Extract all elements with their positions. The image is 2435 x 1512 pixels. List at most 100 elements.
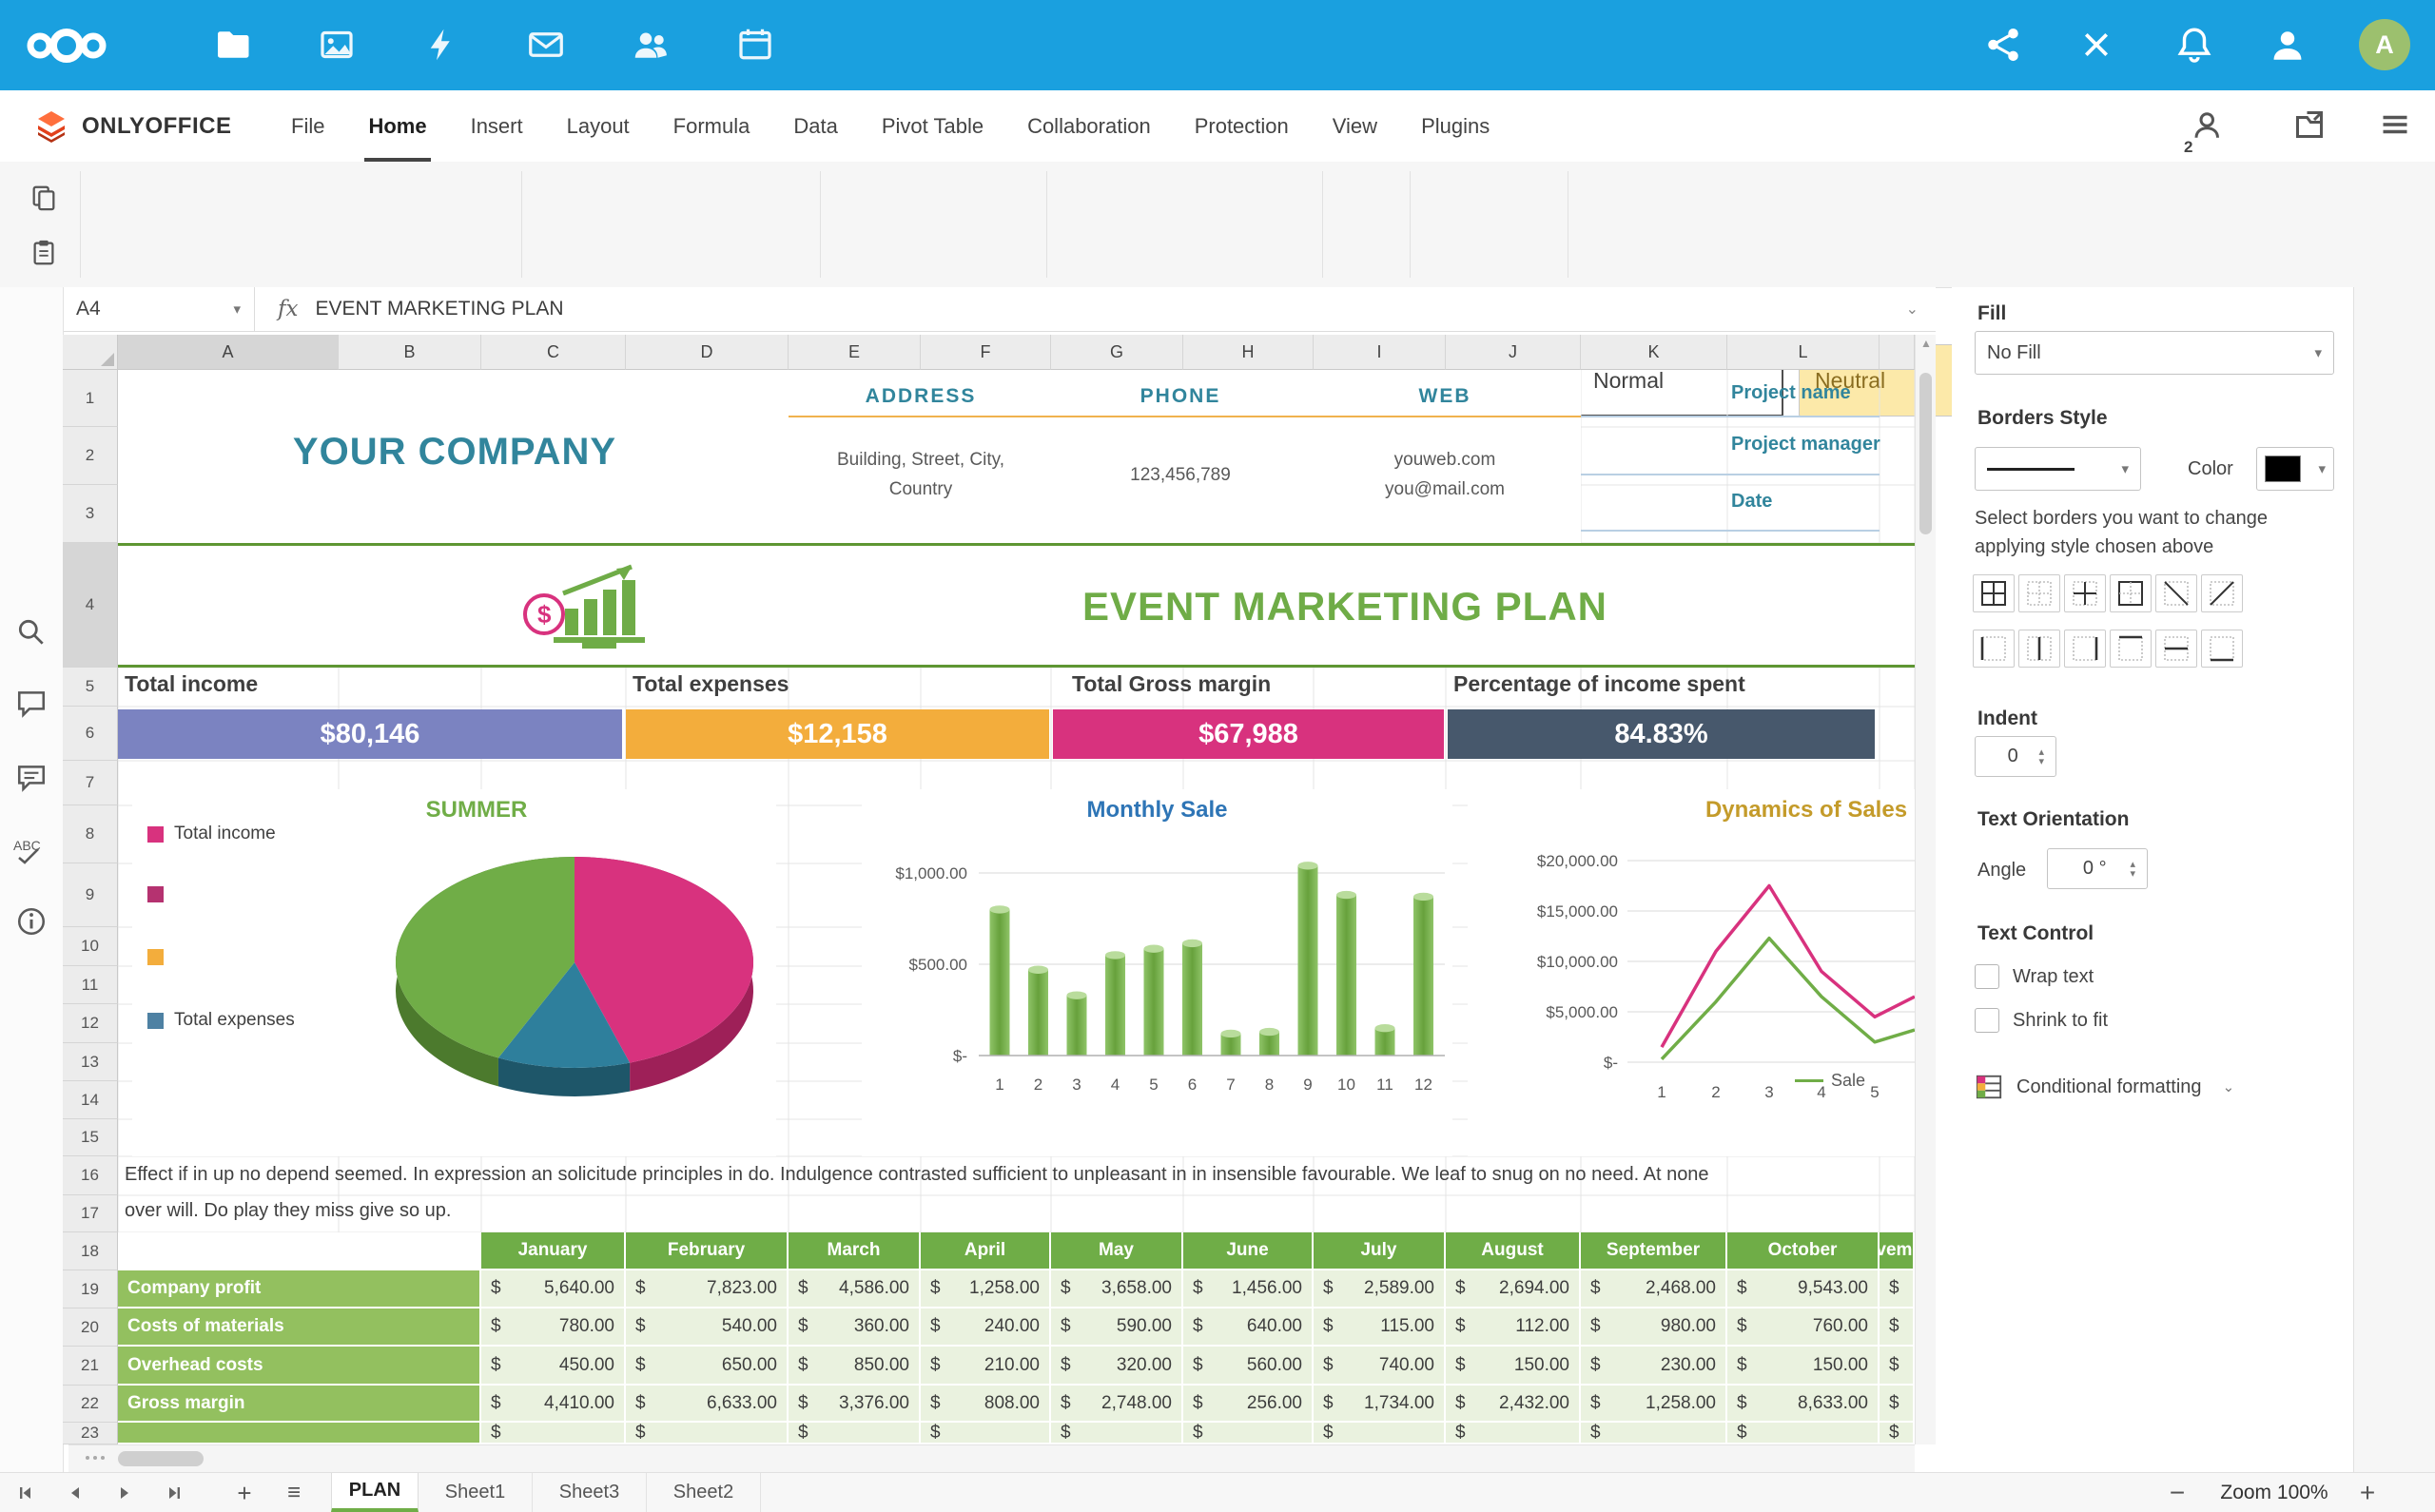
row-header-10[interactable]: 10 bbox=[63, 927, 118, 966]
sheet-tab-sheet1[interactable]: Sheet1 bbox=[419, 1473, 533, 1512]
table-cell[interactable]: $ bbox=[1581, 1423, 1725, 1443]
table-cell[interactable]: $780.00 bbox=[481, 1308, 624, 1345]
paste-button[interactable] bbox=[21, 230, 67, 274]
column-header-partial[interactable] bbox=[1880, 335, 1915, 370]
border-outside-button[interactable] bbox=[2110, 574, 2152, 612]
column-header-F[interactable]: F bbox=[921, 335, 1051, 370]
month-header[interactable]: April bbox=[921, 1232, 1049, 1269]
border-diagonal-up-button[interactable] bbox=[2201, 574, 2243, 612]
menu-protection[interactable]: Protection bbox=[1189, 90, 1295, 162]
table-cell[interactable]: $210.00 bbox=[921, 1347, 1049, 1384]
table-cell[interactable]: $450.00 bbox=[481, 1347, 624, 1384]
row-header-13[interactable]: 13 bbox=[63, 1043, 118, 1081]
month-header[interactable]: October bbox=[1727, 1232, 1878, 1269]
table-cell[interactable]: $ bbox=[1880, 1270, 1913, 1307]
row-label-cell[interactable]: Company profit bbox=[118, 1270, 479, 1307]
table-cell[interactable]: $740.00 bbox=[1314, 1347, 1444, 1384]
notifications-bell-icon[interactable] bbox=[2174, 25, 2214, 65]
table-cell[interactable]: $1,456.00 bbox=[1183, 1270, 1312, 1307]
copy-button[interactable] bbox=[21, 175, 67, 219]
table-cell[interactable]: $540.00 bbox=[626, 1308, 787, 1345]
table-cell[interactable]: $ bbox=[1880, 1386, 1913, 1421]
row-header-21[interactable]: 21 bbox=[63, 1347, 118, 1386]
line-chart-object[interactable]: Dynamics of Sales $20,000.00$15,000.00$1… bbox=[1468, 789, 1915, 1156]
table-cell[interactable]: $ bbox=[481, 1423, 624, 1443]
table-cell[interactable]: $320.00 bbox=[1051, 1347, 1181, 1384]
menu-data[interactable]: Data bbox=[788, 90, 843, 162]
border-left-button[interactable] bbox=[1973, 630, 2015, 668]
menu-pivot-table[interactable]: Pivot Table bbox=[876, 90, 989, 162]
kpi-bar-income[interactable]: $80,146 bbox=[118, 709, 622, 759]
sheet-list-button[interactable]: ≡ bbox=[278, 1480, 310, 1506]
table-cell[interactable]: $256.00 bbox=[1183, 1386, 1312, 1421]
month-header[interactable]: June bbox=[1183, 1232, 1312, 1269]
comments-icon[interactable] bbox=[15, 687, 48, 719]
horizontal-scroll-thumb[interactable] bbox=[118, 1451, 204, 1466]
column-header-A[interactable]: A bbox=[118, 335, 339, 370]
row-header-19[interactable]: 19 bbox=[63, 1270, 118, 1308]
row-header-8[interactable]: 8 bbox=[63, 805, 118, 863]
month-header[interactable]: July bbox=[1314, 1232, 1444, 1269]
border-diagonal-down-button[interactable] bbox=[2155, 574, 2197, 612]
indent-spinner[interactable]: 0 ▴▾ bbox=[1975, 736, 2056, 777]
table-cell[interactable]: $3,658.00 bbox=[1051, 1270, 1181, 1307]
next-sheet-button[interactable] bbox=[108, 1480, 141, 1506]
menu-insert[interactable]: Insert bbox=[465, 90, 529, 162]
spinner-arrows-icon[interactable]: ▴▾ bbox=[2038, 747, 2044, 766]
menu-view[interactable]: View bbox=[1327, 90, 1383, 162]
row-header-5[interactable]: 5 bbox=[63, 668, 118, 707]
table-cell[interactable]: $ bbox=[1183, 1423, 1312, 1443]
table-cell[interactable]: $980.00 bbox=[1581, 1308, 1725, 1345]
fx-icon[interactable]: fx bbox=[255, 297, 315, 321]
title-band[interactable]: $ EVENT MARKETING PLAN bbox=[118, 543, 1915, 668]
horizontal-scrollbar[interactable] bbox=[68, 1444, 1915, 1472]
row-header-6[interactable]: 6 bbox=[63, 707, 118, 761]
table-cell[interactable]: $1,258.00 bbox=[921, 1270, 1049, 1307]
row-label-cell[interactable]: Overhead costs bbox=[118, 1347, 479, 1384]
column-header-D[interactable]: D bbox=[626, 335, 789, 370]
table-cell[interactable]: $4,586.00 bbox=[789, 1270, 919, 1307]
border-color-select[interactable]: ▾ bbox=[2256, 447, 2334, 491]
user-avatar[interactable]: A bbox=[2359, 19, 2410, 70]
table-cell[interactable]: $112.00 bbox=[1446, 1308, 1579, 1345]
row-header-18[interactable]: 18 bbox=[63, 1232, 118, 1270]
row-label-cell[interactable] bbox=[118, 1423, 479, 1443]
table-cell[interactable]: $ bbox=[789, 1423, 919, 1443]
border-none-button[interactable] bbox=[2018, 574, 2060, 612]
fill-select[interactable]: No Fill▾ bbox=[1975, 331, 2334, 375]
border-inside-button[interactable] bbox=[2064, 574, 2106, 612]
zoom-level[interactable]: Zoom 100% bbox=[2203, 1473, 2346, 1512]
table-cell[interactable]: $650.00 bbox=[626, 1347, 787, 1384]
scrollbar-grip[interactable] bbox=[86, 1456, 105, 1460]
table-cell[interactable]: $850.00 bbox=[789, 1347, 919, 1384]
row-header-17[interactable]: 17 bbox=[63, 1195, 118, 1232]
row-header-16[interactable]: 16 bbox=[63, 1156, 118, 1195]
table-cell[interactable]: $2,432.00 bbox=[1446, 1386, 1579, 1421]
table-cell[interactable]: $2,468.00 bbox=[1581, 1270, 1725, 1307]
border-horizontal-inside-button[interactable] bbox=[2155, 630, 2197, 668]
border-top-button[interactable] bbox=[2110, 630, 2152, 668]
add-sheet-button[interactable]: + bbox=[228, 1480, 261, 1506]
column-header-C[interactable]: C bbox=[481, 335, 626, 370]
monthly-table[interactable]: JanuaryFebruaryMarchAprilMayJuneJulyAugu… bbox=[118, 1232, 1915, 1444]
column-header-H[interactable]: H bbox=[1183, 335, 1314, 370]
table-cell[interactable]: $230.00 bbox=[1581, 1347, 1725, 1384]
table-cell[interactable]: $3,376.00 bbox=[789, 1386, 919, 1421]
table-cell[interactable]: $ bbox=[1446, 1423, 1579, 1443]
sheet-tab-sheet2[interactable]: Sheet2 bbox=[647, 1473, 761, 1512]
close-icon[interactable] bbox=[2078, 27, 2114, 63]
table-cell[interactable]: $ bbox=[1727, 1423, 1878, 1443]
month-header[interactable]: August bbox=[1446, 1232, 1579, 1269]
shrink-to-fit-checkbox[interactable] bbox=[1975, 1008, 1999, 1033]
table-cell[interactable]: $ bbox=[1880, 1347, 1913, 1384]
column-header-G[interactable]: G bbox=[1051, 335, 1183, 370]
name-box[interactable]: A4 ▾ bbox=[63, 287, 255, 331]
kpi-bar-margin[interactable]: $67,988 bbox=[1053, 709, 1444, 759]
menu-formula[interactable]: Formula bbox=[668, 90, 756, 162]
month-header[interactable]: January bbox=[481, 1232, 624, 1269]
table-cell[interactable]: $ bbox=[626, 1423, 787, 1443]
table-cell[interactable]: $1,258.00 bbox=[1581, 1386, 1725, 1421]
wrap-text-checkbox[interactable] bbox=[1975, 964, 1999, 989]
vertical-scrollbar[interactable]: ▲ bbox=[1915, 335, 1936, 1444]
table-cell[interactable]: $760.00 bbox=[1727, 1308, 1878, 1345]
